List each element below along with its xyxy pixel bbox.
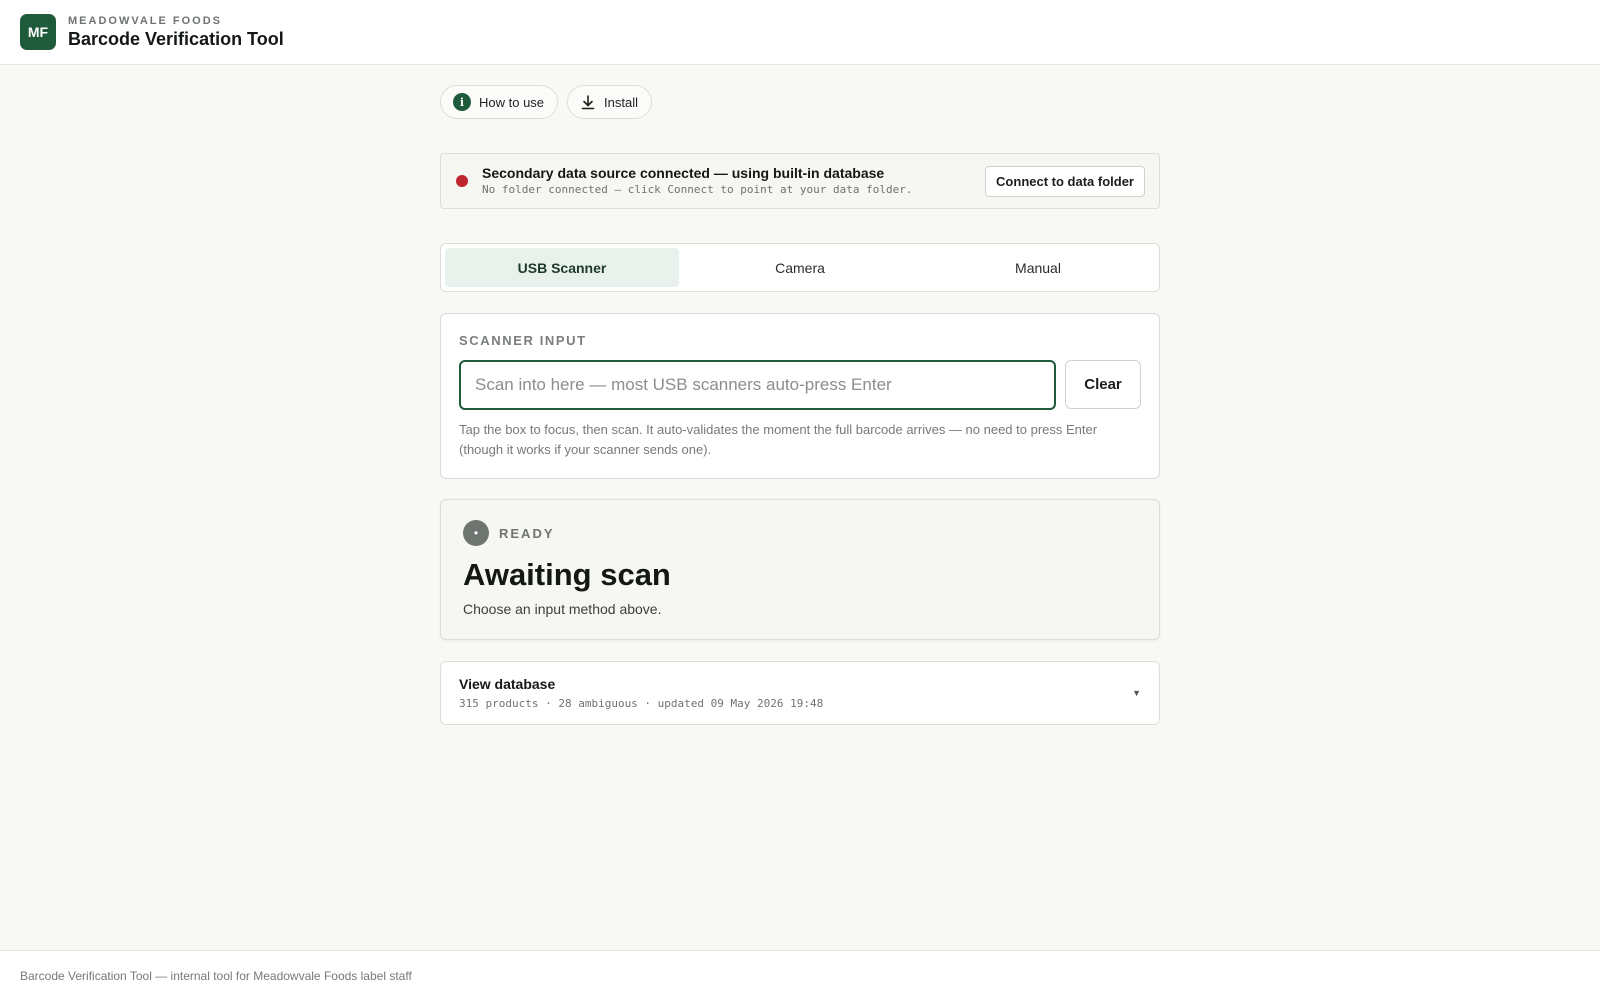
ready-status-icon: • — [463, 520, 489, 546]
status-text: Secondary data source connected — using … — [482, 164, 985, 198]
database-summary: View database 315 products · 28 ambiguou… — [459, 675, 1132, 712]
database-meta: 315 products · 28 ambiguous · updated 09… — [459, 696, 824, 710]
company-name: MEADOWVALE FOODS — [68, 14, 223, 27]
how-to-use-button[interactable]: i How to use — [440, 85, 559, 119]
info-icon: i — [453, 93, 471, 111]
database-title: View database — [459, 675, 556, 692]
download-icon — [580, 94, 596, 110]
scanner-input-row: Clear — [459, 360, 1141, 410]
how-to-use-label: How to use — [479, 94, 545, 110]
tab-manual[interactable]: Manual — [921, 248, 1155, 287]
scanner-help-text: Tap the box to focus, then scan. It auto… — [459, 422, 1098, 457]
result-status-label: READY — [499, 525, 555, 541]
status-title: Secondary data source connected — using … — [482, 165, 885, 181]
brand-block: MEADOWVALE FOODS Barcode Verification To… — [68, 15, 284, 50]
scan-result-card: • READY Awaiting scan Choose an input me… — [440, 499, 1160, 640]
chevron-down-icon: ▼ — [1132, 688, 1141, 698]
footer-text: Barcode Verification Tool — internal too… — [20, 968, 412, 983]
tab-camera[interactable]: Camera — [683, 248, 917, 287]
scanner-input-card: SCANNER INPUT Clear Tap the box to focus… — [440, 313, 1160, 479]
result-status-row: • READY — [463, 520, 1137, 546]
company-logo: MF — [20, 14, 56, 50]
clear-button[interactable]: Clear — [1065, 360, 1141, 409]
page-footer: Barcode Verification Tool — internal too… — [0, 950, 1600, 1000]
app-title: Barcode Verification Tool — [68, 28, 284, 49]
connect-data-folder-button[interactable]: Connect to data folder — [985, 165, 1145, 197]
input-method-tabs: USB Scanner Camera Manual — [440, 243, 1160, 292]
status-indicator-icon — [456, 175, 468, 187]
tab-usb-scanner[interactable]: USB Scanner — [445, 248, 679, 287]
install-label: Install — [604, 94, 639, 110]
top-actions: i How to use Install — [440, 85, 1160, 119]
scanner-input[interactable] — [459, 360, 1056, 410]
data-source-status: Secondary data source connected — using … — [440, 153, 1160, 209]
view-database-toggle[interactable]: View database 315 products · 28 ambiguou… — [440, 661, 1160, 725]
status-subtitle: No folder connected — click Connect to p… — [482, 183, 913, 196]
result-title: Awaiting scan — [463, 557, 671, 592]
app-header: MF MEADOWVALE FOODS Barcode Verification… — [0, 0, 1600, 65]
scanner-input-heading: SCANNER INPUT — [459, 333, 587, 348]
install-button[interactable]: Install — [567, 85, 653, 119]
result-subtitle: Choose an input method above. — [463, 601, 662, 617]
main-content: i How to use Install Secondary data sour… — [440, 85, 1160, 725]
